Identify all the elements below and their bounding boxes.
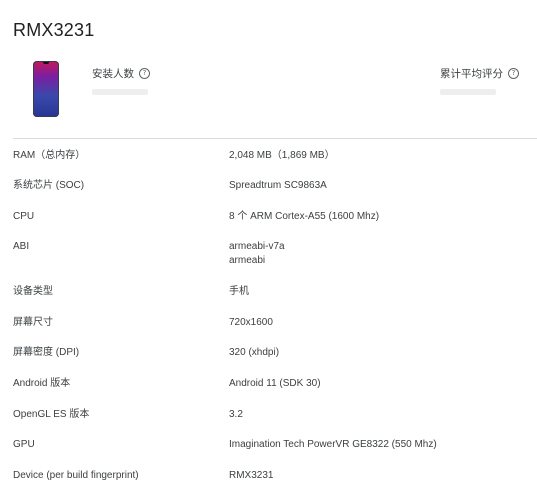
installs-stat: 安装人数 ? — [92, 66, 150, 81]
spec-label: Device (per build fingerprint) — [13, 470, 139, 481]
spec-value: 320 (xhdpi) — [229, 346, 279, 360]
spec-value-line: 2,048 MB（1,869 MB） — [229, 150, 335, 161]
spec-value: armeabi-v7a armeabi — [229, 240, 285, 268]
spec-value-line: 3.2 — [229, 409, 243, 420]
help-circle-icon[interactable]: ? — [139, 68, 150, 79]
spec-value-line: 8 个 ARM Cortex-A55 (1600 Mhz) — [229, 211, 380, 222]
spec-value-line: Imagination Tech PowerVR GE8322 (550 Mhz… — [229, 439, 437, 450]
spec-label: 屏幕密度 (DPI) — [13, 347, 80, 358]
spec-value-line: 720x1600 — [229, 317, 273, 328]
spec-label: CPU — [13, 211, 35, 222]
spec-value: 手机 — [229, 285, 249, 299]
installs-value-placeholder — [92, 89, 148, 95]
spec-label: Android 版本 — [13, 378, 71, 389]
spec-value-line: Spreadtrum SC9863A — [229, 180, 327, 191]
spec-value: 2,048 MB（1,869 MB） — [229, 149, 335, 163]
spec-value: Android 11 (SDK 30) — [229, 377, 321, 391]
spec-value: 8 个 ARM Cortex-A55 (1600 Mhz) — [229, 210, 379, 224]
spec-value-line: RMX3231 — [229, 470, 274, 481]
rating-label: 累计平均评分 — [440, 68, 503, 80]
spec-label: GPU — [13, 439, 35, 450]
help-circle-icon[interactable]: ? — [508, 68, 519, 79]
spec-label: OpenGL ES 版本 — [13, 409, 90, 420]
spec-value: RMX3231 — [229, 469, 273, 483]
device-title: RMX3231 — [13, 20, 95, 40]
spec-value-line: 320 (xhdpi) — [229, 347, 280, 358]
device-phone-image — [33, 61, 59, 117]
rating-stat: 累计平均评分 ? — [440, 66, 519, 81]
spec-value-line: 手机 — [229, 286, 249, 297]
spec-value-line: Android 11 (SDK 30) — [229, 378, 321, 389]
spec-value: Spreadtrum SC9863A — [229, 179, 327, 193]
spec-label: 设备类型 — [13, 286, 53, 297]
spec-value: 720x1600 — [229, 316, 273, 330]
spec-value: 3.2 — [229, 408, 243, 422]
spec-label: RAM（总内存） — [13, 150, 86, 161]
spec-value-line: armeabi — [229, 255, 266, 266]
phone-notch — [43, 62, 49, 64]
spec-value: Imagination Tech PowerVR GE8322 (550 Mhz… — [229, 438, 437, 452]
spec-label: ABI — [13, 241, 30, 252]
divider — [13, 138, 537, 139]
spec-label: 系统芯片 (SOC) — [13, 180, 85, 191]
spec-label: 屏幕尺寸 — [13, 317, 53, 328]
spec-value-line: armeabi-v7a — [229, 241, 285, 252]
installs-label: 安装人数 — [92, 68, 134, 80]
rating-value-placeholder — [440, 89, 496, 95]
